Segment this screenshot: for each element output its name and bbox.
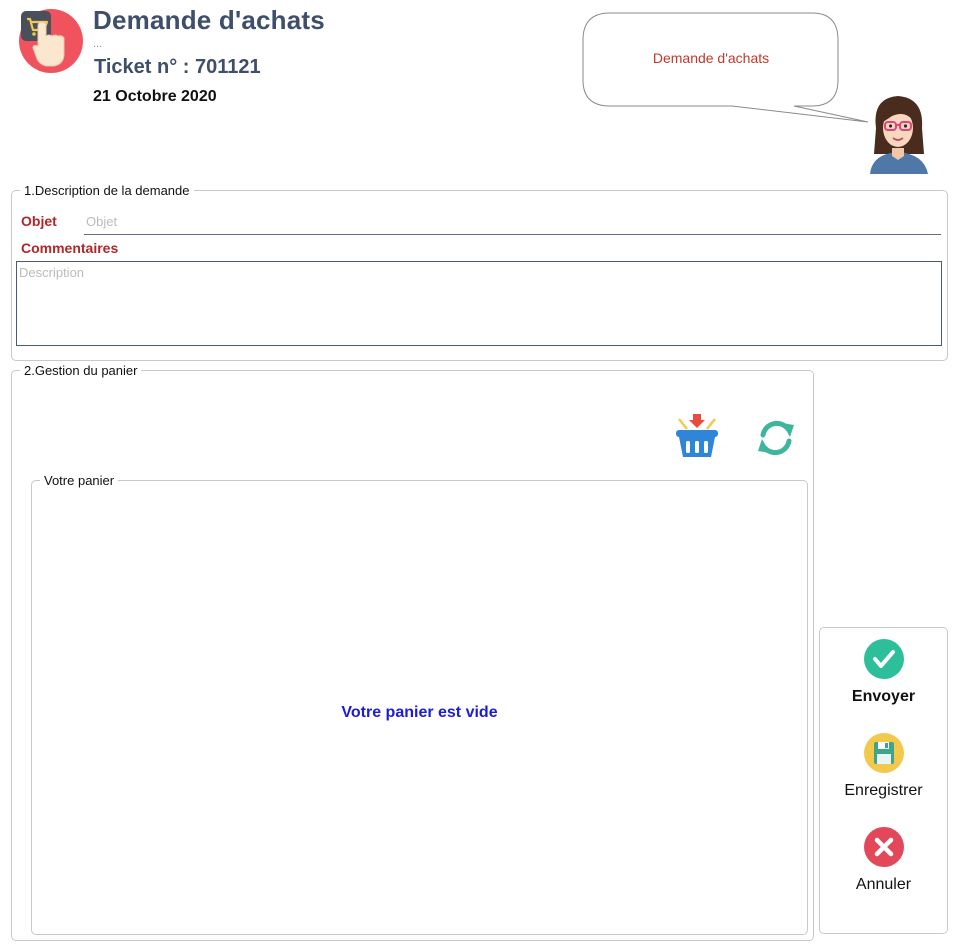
save-button[interactable]: Enregistrer — [820, 732, 947, 800]
send-label: Envoyer — [851, 688, 916, 705]
assistant-avatar-icon — [870, 96, 928, 174]
ticket-date: 21 Octobre 2020 — [93, 88, 217, 105]
checkmark-icon — [863, 639, 904, 679]
comments-label: Commentaires — [21, 240, 119, 256]
save-label: Enregistrer — [844, 782, 923, 799]
cart-section-legend: 2.Gestion du panier — [24, 363, 138, 378]
floppy-disk-icon — [863, 733, 904, 773]
objet-label: Objet — [21, 213, 57, 229]
basket-add-icon[interactable] — [673, 413, 721, 459]
close-icon — [863, 827, 904, 867]
page-subtitle: ... — [93, 38, 103, 50]
cancel-button[interactable]: Annuler — [820, 826, 947, 894]
ticket-number: Ticket n° : 701121 — [94, 56, 261, 78]
cart-panel-legend: Votre panier — [44, 473, 115, 488]
send-button[interactable]: Envoyer — [820, 638, 947, 706]
speech-bubble-text: Demande d'achats — [652, 50, 770, 66]
objet-input[interactable] — [84, 208, 941, 235]
actions-panel: Envoyer Enregistrer Annuler — [819, 627, 948, 934]
shopping-cart-touch-icon — [19, 9, 83, 73]
description-legend: 1.Description de la demande — [24, 183, 190, 198]
empty-cart-message: Votre panier est vide — [341, 704, 498, 721]
cancel-label: Annuler — [855, 876, 912, 893]
refresh-icon[interactable] — [754, 417, 798, 459]
page-title: Demande d'achats — [93, 5, 325, 35]
speech-bubble — [582, 12, 869, 123]
description-textarea[interactable] — [16, 261, 942, 346]
